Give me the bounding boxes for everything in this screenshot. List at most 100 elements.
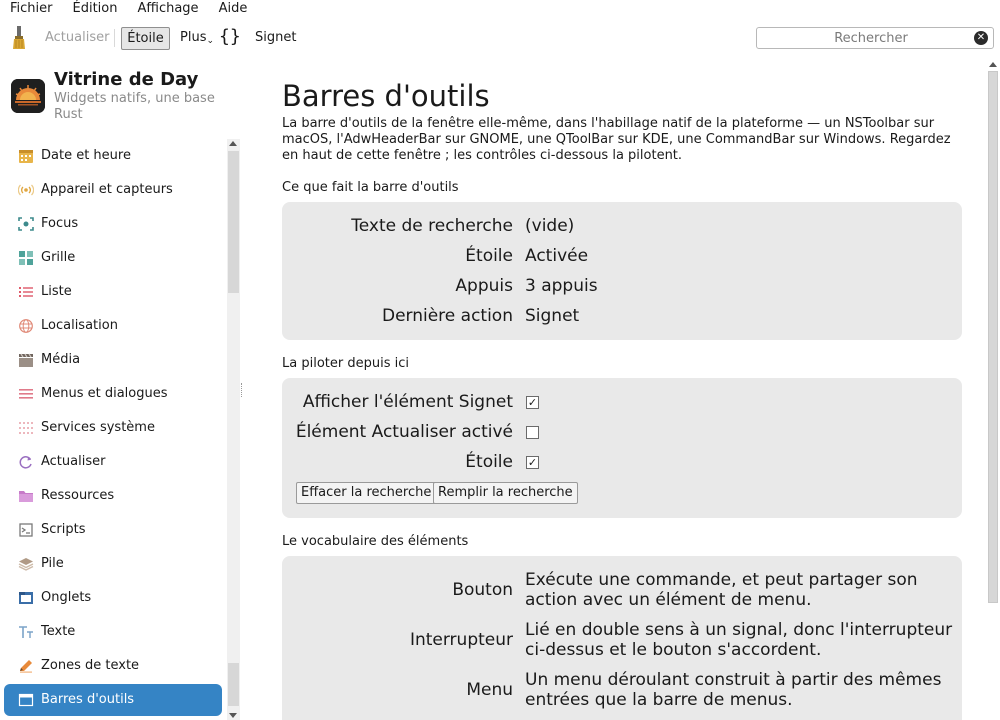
pane-splitter-handle[interactable] [241,383,243,397]
status-value: (vide) [525,216,575,236]
bookmark-toolbar-button[interactable]: Signet [255,30,296,46]
scrollbar-track-segment [228,663,239,706]
scroll-up-icon[interactable] [229,141,237,146]
menu-affichage[interactable]: Affichage [127,0,208,17]
status-key: Étoile [465,246,513,266]
vocab-term: Bouton [452,580,513,600]
status-row: Étoile Activée [282,241,962,271]
sidebar-item-label: Scripts [41,522,86,537]
sidebar-item-label: Services système [41,420,155,435]
toggle-row-star: Étoile ✓ [282,447,962,477]
menu-aide[interactable]: Aide [209,0,258,17]
page-title: Barres d'outils [282,79,490,113]
vocab-row: Interrupteur Lié en double sens à un sig… [282,620,962,664]
sidebar-item-pile[interactable]: Pile [0,547,226,581]
content-scrollbar[interactable] [986,59,1000,720]
sidebar-item-zones-de-texte[interactable]: Zones de texte [0,649,226,683]
braces-icon[interactable]: {} [219,27,241,47]
focus-icon [18,217,34,231]
scripts-icon [19,523,33,537]
sidebar-item-focus[interactable]: Focus [0,207,226,241]
search-input[interactable] [757,28,971,48]
sidebar-item-menus-et-dialogues[interactable]: Menus et dialogues [0,377,226,411]
search-field: ✕ [756,27,994,49]
refresh-toolbar-button[interactable]: Actualiser [45,30,109,46]
sidebar-item-barres-d-outils[interactable]: Barres d'outils [0,683,226,717]
scrollbar-thumb[interactable] [228,151,239,293]
broom-icon[interactable] [11,26,27,50]
sidebar-item-media[interactable]: Média [0,343,226,377]
sidebar: Vitrine de Day Widgets natifs, une base … [0,59,240,720]
page-intro: La barre d'outils de la fenêtre elle-mêm… [282,116,951,163]
toolbar-icon [18,693,34,707]
sidebar-item-label: Appareil et capteurs [41,182,173,197]
more-label: Plus [180,30,207,45]
menu-bar: Fichier Édition Affichage Aide [0,0,1000,17]
star-toolbar-toggle[interactable]: Étoile [121,27,170,50]
menu-fichier[interactable]: Fichier [0,0,63,17]
star-checkbox[interactable]: ✓ [526,456,539,469]
sidebar-item-actualiser[interactable]: Actualiser [0,445,226,479]
calendar-icon [19,150,33,163]
sidebar-item-liste[interactable]: Liste [0,275,226,309]
sidebar-item-label: Localisation [41,318,118,333]
app-logo-icon [11,79,45,113]
clear-search-icon[interactable]: ✕ [974,31,988,45]
toolbar-separator [114,29,115,47]
sidebar-item-appareil-et-capteurs[interactable]: Appareil et capteurs [0,173,226,207]
vocab-definition: Lié en double sens à un signal, donc l'i… [525,620,953,660]
more-toolbar-menu[interactable]: Plus⌄ [180,30,214,49]
sidebar-item-label: Texte [41,624,76,639]
sidebar-item-onglets[interactable]: Onglets [0,581,226,615]
status-value: Activée [525,246,589,266]
status-key: Dernière action [381,306,513,326]
show-bookmark-checkbox[interactable]: ✓ [526,396,539,409]
window-toolbar: Actualiser Étoile Plus⌄ {} Signet ✕ [0,17,1000,59]
vocab-row: Menu Un menu déroulant construit à parti… [282,670,962,714]
text-icon [19,626,33,638]
sidebar-item-localisation[interactable]: Localisation [0,309,226,343]
vocab-term: Menu [466,680,513,700]
sidebar-item-label: Pile [41,556,64,571]
sidebar-item-ressources[interactable]: Ressources [0,479,226,513]
clear-search-button[interactable]: Effacer la recherche [296,482,437,504]
pencil-icon [20,660,32,673]
controls-card: Afficher l'élément Signet ✓ Élément Actu… [282,378,962,518]
button-row: Effacer la recherche Remplir la recherch… [296,482,696,504]
toggle-row-bookmark: Afficher l'élément Signet ✓ [282,387,962,417]
chevron-down-icon: ⌄ [206,36,215,46]
menu-edition[interactable]: Édition [63,0,128,17]
main-content: Barres d'outils La barre d'outils de la … [282,59,982,720]
sidebar-item-label: Grille [41,250,76,265]
sidebar-scrollbar[interactable] [227,139,240,720]
scroll-up-icon[interactable] [989,62,997,67]
dots-grid-icon [19,422,33,434]
sidebar-nav: Date et heure Appareil et capteurs Focus… [0,139,226,717]
sidebar-item-texte[interactable]: Texte [0,615,226,649]
sidebar-item-label: Liste [41,284,72,299]
status-value: 3 appuis [525,276,598,296]
sidebar-item-grille[interactable]: Grille [0,241,226,275]
sidebar-item-label: Zones de texte [41,658,140,673]
toggle-label: Étoile [465,452,513,472]
section-title-vocabulary: Le vocabulaire des éléments [282,534,469,549]
sidebar-item-date-et-heure[interactable]: Date et heure [0,139,226,173]
fill-search-button[interactable]: Remplir la recherche [433,482,578,504]
app-subtitle: Widgets natifs, une base Rust [54,91,215,122]
vocab-definition: Exécute une commande, et peut partager s… [525,570,918,610]
scrollbar-thumb[interactable] [988,71,998,603]
status-card: Texte de recherche (vide) Étoile Activée… [282,202,962,340]
vocab-row: Bouton Exécute une commande, et peut par… [282,570,962,614]
status-row: Texte de recherche (vide) [282,211,962,241]
sensor-icon [18,184,34,196]
globe-icon [19,319,33,333]
vocab-term: Interrupteur [409,630,513,650]
scroll-down-icon[interactable] [229,713,237,718]
sidebar-item-scripts[interactable]: Scripts [0,513,226,547]
toggle-row-refresh: Élément Actualiser activé [282,417,962,447]
section-title-behaviour: Ce que fait la barre d'outils [282,180,459,195]
sidebar-item-services-systeme[interactable]: Services système [0,411,226,445]
list-icon [19,287,33,297]
refresh-enabled-checkbox[interactable] [526,426,539,439]
sidebar-item-label: Média [41,352,81,367]
